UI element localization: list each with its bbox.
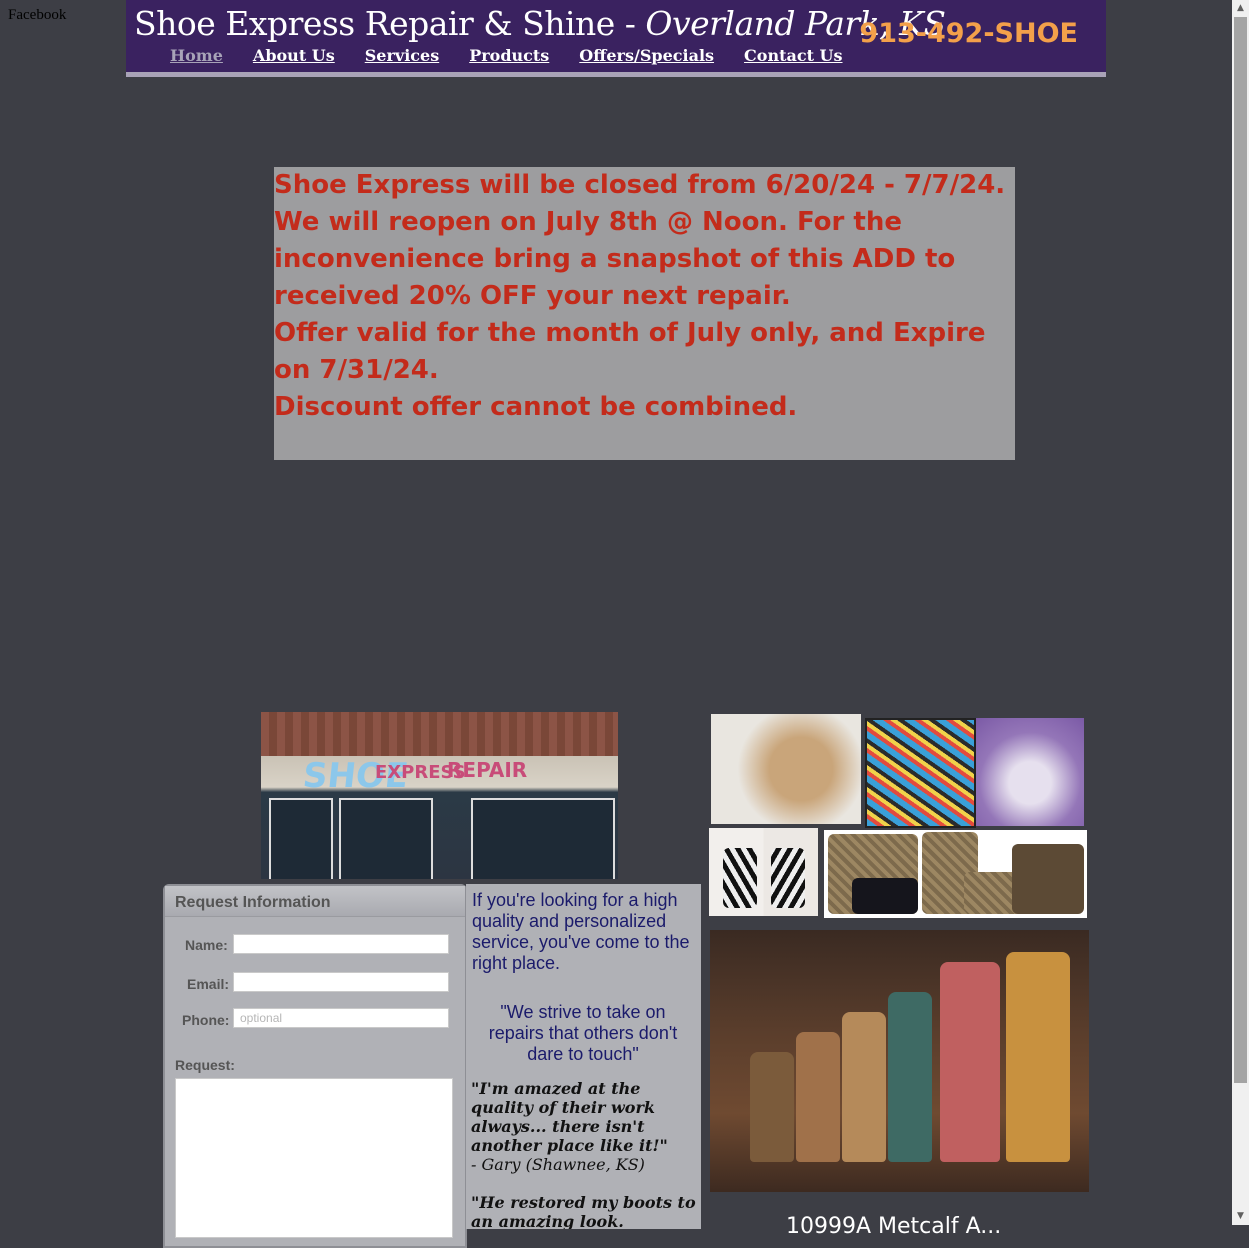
nav-products[interactable]: Products (469, 46, 549, 65)
notice-line: Shoe Express will be closed from 6/20/24… (274, 170, 1006, 200)
purple-shoes-purse-photo (976, 718, 1084, 826)
bag-shape (1012, 844, 1084, 914)
boot-shape (842, 1012, 886, 1162)
form-header: Request Information (165, 886, 465, 917)
review-text: "I'm amazed at the quality of their work… (471, 1079, 668, 1155)
storefront-photo: SHOE EXPRESS REPAIR (261, 712, 618, 879)
boot-shape (750, 1052, 794, 1162)
nav-services[interactable]: Services (365, 46, 439, 65)
name-label: Name: (185, 937, 228, 953)
luggage-bags-photo (824, 830, 1087, 918)
review-item: "He restored my boots to an amazing look… (471, 1193, 696, 1229)
request-label: Request: (175, 1057, 235, 1073)
motto-text: "We strive to take on repairs that other… (488, 1002, 678, 1064)
notice-line: We will reopen on July 8th @ Noon. For t… (274, 207, 956, 311)
address-text: 10999A Metcalf A... (786, 1214, 1002, 1239)
notice-line: Discount offer cannot be combined. (274, 392, 798, 422)
shoe-shine-kit-photo (711, 714, 861, 824)
facebook-link-label[interactable]: Facebook (8, 7, 66, 24)
high-heels-photo (709, 828, 818, 916)
form-title: Request Information (175, 894, 331, 911)
nav-contact-us[interactable]: Contact Us (744, 46, 842, 65)
main-nav: Home About Us Services Products Offers/S… (170, 46, 843, 65)
storefront-window (339, 798, 433, 879)
site-title: Shoe Express Repair & Shine - Overland P… (134, 4, 946, 43)
nav-offers-specials[interactable]: Offers/Specials (579, 46, 714, 65)
boot-shape (940, 962, 1000, 1162)
review-item: "I'm amazed at the quality of their work… (471, 1079, 696, 1174)
email-field[interactable] (233, 972, 449, 992)
review-author: - Gary (Shawnee, KS) (471, 1155, 645, 1174)
phone-field[interactable] (233, 1008, 449, 1028)
facebook-link[interactable]: Facebook (0, 0, 126, 34)
scroll-down-icon[interactable]: ▼ (1232, 1208, 1249, 1225)
scroll-up-icon[interactable]: ▲ (1232, 0, 1249, 17)
request-info-form: Request Information Name: Email: Phone: … (163, 884, 467, 1248)
intro-text: If you're looking for a high quality and… (472, 890, 690, 973)
phone-number: 913-492-SHOE (859, 18, 1078, 49)
boot-shape (796, 1032, 840, 1162)
name-field[interactable] (233, 934, 449, 954)
nav-about-us[interactable]: About Us (253, 46, 335, 65)
boot-shape (888, 992, 932, 1162)
review-text: "He restored my boots to an amazing look… (471, 1193, 696, 1229)
scrollbar[interactable]: ▲ ▼ (1232, 0, 1249, 1225)
storefront-roof (261, 712, 618, 756)
site-header: Shoe Express Repair & Shine - Overland P… (126, 0, 1106, 77)
request-textarea[interactable] (175, 1078, 453, 1238)
phone-label: Phone: (182, 1012, 230, 1028)
nav-home[interactable]: Home (170, 46, 223, 65)
storefront-sign-repair: REPAIR (447, 758, 528, 782)
site-title-main: Shoe Express Repair & Shine - (134, 4, 646, 43)
closure-notice: Shoe Express will be closed from 6/20/24… (274, 167, 1015, 460)
testimonials-panel: If you're looking for a high quality and… (466, 884, 701, 1229)
notice-line: Offer valid for the month of July only, … (274, 318, 986, 385)
boot-shape (1006, 952, 1070, 1162)
scrollbar-thumb[interactable] (1234, 17, 1247, 1083)
storefront-window (471, 798, 615, 879)
email-label: Email: (187, 976, 230, 992)
shoelaces-photo (865, 718, 976, 828)
bag-shape (852, 878, 918, 914)
cowboy-boots-photo (710, 930, 1089, 1192)
storefront-window (269, 798, 333, 879)
